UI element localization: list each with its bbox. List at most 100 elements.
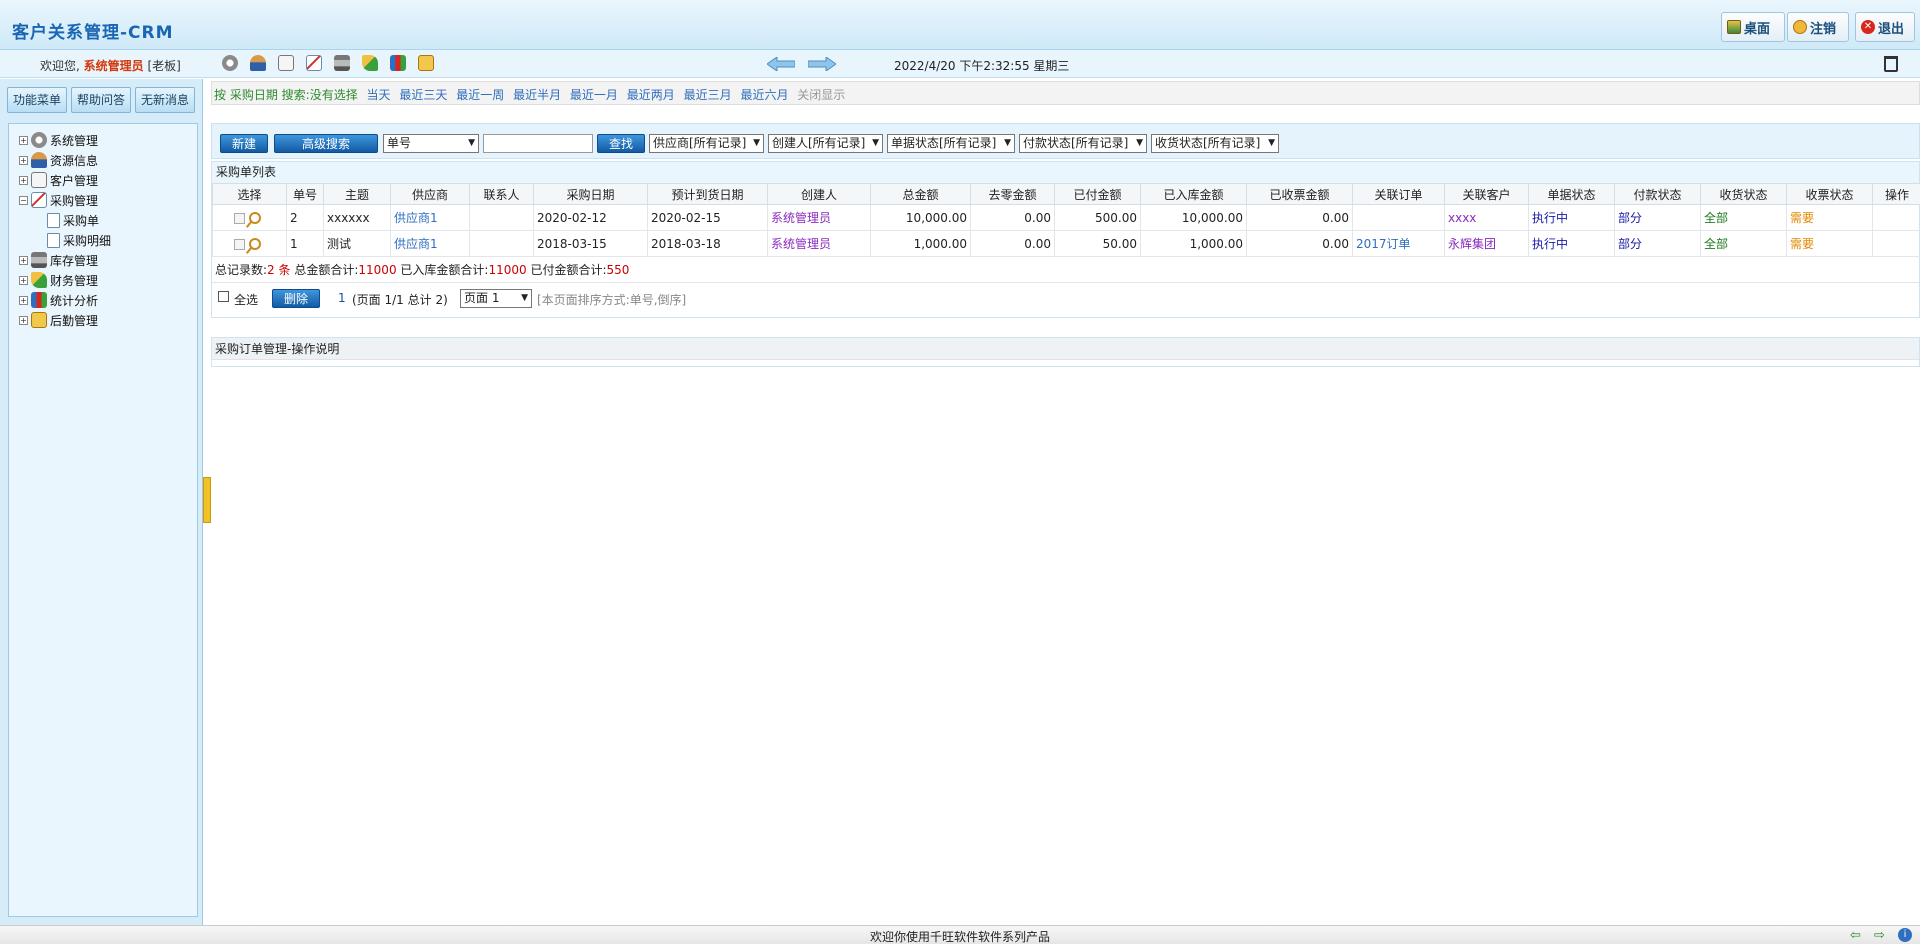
- info-icon[interactable]: i: [1898, 928, 1912, 942]
- select-all-checkbox[interactable]: [218, 291, 229, 302]
- search-input[interactable]: [483, 134, 593, 153]
- filter-last-3-months[interactable]: 最近三月: [684, 88, 732, 102]
- column-header[interactable]: 去零金额: [970, 183, 1055, 205]
- printer-icon[interactable]: [334, 55, 350, 71]
- column-header[interactable]: 联系人: [469, 183, 534, 205]
- column-header[interactable]: 关联客户: [1444, 183, 1529, 205]
- cell-creator[interactable]: 系统管理员: [767, 230, 871, 257]
- card-icon[interactable]: [278, 55, 294, 71]
- filter-last-2-months[interactable]: 最近两月: [627, 88, 675, 102]
- column-header[interactable]: 收货状态: [1700, 183, 1787, 205]
- column-header[interactable]: 付款状态: [1614, 183, 1701, 205]
- expand-icon[interactable]: +: [19, 295, 28, 305]
- chart-icon[interactable]: [306, 55, 322, 71]
- money-icon[interactable]: [362, 55, 378, 71]
- box-icon[interactable]: [418, 55, 434, 71]
- desktop-button[interactable]: 桌面: [1721, 12, 1785, 42]
- tree-item-resources[interactable]: + 资源信息: [9, 150, 197, 170]
- column-header[interactable]: 单号: [286, 183, 324, 205]
- filter-last-3-days[interactable]: 最近三天: [399, 88, 447, 102]
- select-all-label[interactable]: 全选: [234, 291, 258, 308]
- column-header[interactable]: 创建人: [767, 183, 871, 205]
- filter-last-half-month[interactable]: 最近半月: [513, 88, 561, 102]
- expand-icon[interactable]: +: [19, 255, 28, 265]
- gear-icon[interactable]: [222, 55, 238, 71]
- back-arrow-icon[interactable]: [767, 57, 795, 71]
- column-header[interactable]: 已收票金额: [1246, 183, 1353, 205]
- tree-item-purchase[interactable]: − 采购管理: [9, 190, 197, 210]
- current-page[interactable]: 1: [338, 291, 346, 305]
- cell-order-link[interactable]: [1352, 204, 1445, 231]
- tree-item-purchase-order[interactable]: 采购单: [9, 210, 197, 230]
- table-row[interactable]: 1 测试 供应商1 2018-03-15 2018-03-18 系统管理员 1,…: [212, 230, 1920, 257]
- table-row[interactable]: 2 xxxxxx 供应商1 2020-02-12 2020-02-15 系统管理…: [212, 204, 1920, 231]
- user-icon[interactable]: [250, 55, 266, 71]
- supplier-filter-select[interactable]: 供应商[所有记录] ▼: [649, 134, 764, 153]
- column-header[interactable]: 操作: [1872, 183, 1920, 205]
- delete-button[interactable]: 删除: [272, 289, 320, 308]
- column-header[interactable]: 关联订单: [1352, 183, 1445, 205]
- recv-status-filter-select[interactable]: 收货状态[所有记录] ▼: [1151, 134, 1279, 153]
- expand-icon[interactable]: +: [19, 135, 28, 145]
- filter-last-month[interactable]: 最近一月: [570, 88, 618, 102]
- cell-supplier-link[interactable]: 供应商1: [390, 230, 470, 257]
- help-title[interactable]: 采购订单管理-操作说明: [212, 338, 1919, 360]
- filter-today[interactable]: 当天: [367, 88, 391, 102]
- panel-splitter[interactable]: [203, 477, 211, 523]
- column-header[interactable]: 采购日期: [533, 183, 648, 205]
- magnifier-icon[interactable]: [249, 212, 261, 224]
- expand-icon[interactable]: +: [19, 175, 28, 185]
- tree-item-stats[interactable]: + 统计分析: [9, 290, 197, 310]
- collapse-icon[interactable]: −: [19, 195, 28, 205]
- column-header[interactable]: 选择: [212, 183, 287, 205]
- filter-close-link[interactable]: 关闭显示: [797, 88, 845, 102]
- column-header[interactable]: 单据状态: [1528, 183, 1615, 205]
- expand-icon[interactable]: +: [19, 315, 28, 325]
- username[interactable]: 系统管理员: [84, 59, 144, 73]
- cell-customer-link[interactable]: 永辉集团: [1444, 230, 1529, 257]
- new-button[interactable]: 新建: [220, 134, 268, 153]
- cell-creator[interactable]: 系统管理员: [767, 204, 871, 231]
- doc-status-filter-select[interactable]: 单据状态[所有记录] ▼: [887, 134, 1015, 153]
- chevron-down-icon: ▼: [1136, 138, 1143, 148]
- tab-function-menu[interactable]: 功能菜单: [7, 87, 67, 113]
- cell-customer-link[interactable]: xxxx: [1444, 204, 1529, 231]
- column-header[interactable]: 供应商: [390, 183, 470, 205]
- expand-icon[interactable]: +: [19, 155, 28, 165]
- row-checkbox[interactable]: [234, 238, 245, 250]
- tree-item-logistics[interactable]: + 后勤管理: [9, 310, 197, 330]
- search-field-select[interactable]: 单号 ▼: [383, 134, 479, 153]
- tree-item-purchase-detail[interactable]: 采购明细: [9, 230, 197, 250]
- column-header[interactable]: 收票状态: [1786, 183, 1873, 205]
- tree-item-inventory[interactable]: + 库存管理: [9, 250, 197, 270]
- logout-button[interactable]: 注销: [1787, 12, 1849, 42]
- exit-button[interactable]: ✕ 退出: [1855, 12, 1915, 42]
- advanced-search-button[interactable]: 高级搜索: [274, 134, 378, 153]
- left-arrow-icon[interactable]: ⇦: [1850, 928, 1861, 943]
- filter-last-6-months[interactable]: 最近六月: [740, 88, 788, 102]
- magnifier-icon[interactable]: [249, 238, 261, 250]
- right-arrow-icon[interactable]: ⇨: [1874, 928, 1885, 943]
- creator-filter-select[interactable]: 创建人[所有记录] ▼: [768, 134, 883, 153]
- trash-icon[interactable]: [1884, 56, 1898, 72]
- tab-help-qa[interactable]: 帮助问答: [71, 87, 131, 113]
- pay-status-filter-select[interactable]: 付款状态[所有记录] ▼: [1019, 134, 1147, 153]
- tab-messages[interactable]: 无新消息: [135, 87, 195, 113]
- tree-item-finance[interactable]: + 财务管理: [9, 270, 197, 290]
- find-button[interactable]: 查找: [597, 134, 645, 153]
- tree-item-customers[interactable]: + 客户管理: [9, 170, 197, 190]
- cell-supplier-link[interactable]: 供应商1: [390, 204, 470, 231]
- cell-order-link[interactable]: 2017订单: [1352, 230, 1445, 257]
- forward-arrow-icon[interactable]: [808, 57, 836, 71]
- column-header[interactable]: 预计到货日期: [647, 183, 768, 205]
- column-header[interactable]: 主题: [323, 183, 391, 205]
- stats-icon[interactable]: [390, 55, 406, 71]
- filter-last-week[interactable]: 最近一周: [456, 88, 504, 102]
- column-header[interactable]: 已付金额: [1054, 183, 1141, 205]
- row-checkbox[interactable]: [234, 212, 245, 224]
- page-select[interactable]: 页面 1 ▼: [460, 289, 532, 308]
- column-header[interactable]: 总金额: [870, 183, 971, 205]
- column-header[interactable]: 已入库金额: [1140, 183, 1247, 205]
- tree-item-system[interactable]: + 系统管理: [9, 130, 197, 150]
- expand-icon[interactable]: +: [19, 275, 28, 285]
